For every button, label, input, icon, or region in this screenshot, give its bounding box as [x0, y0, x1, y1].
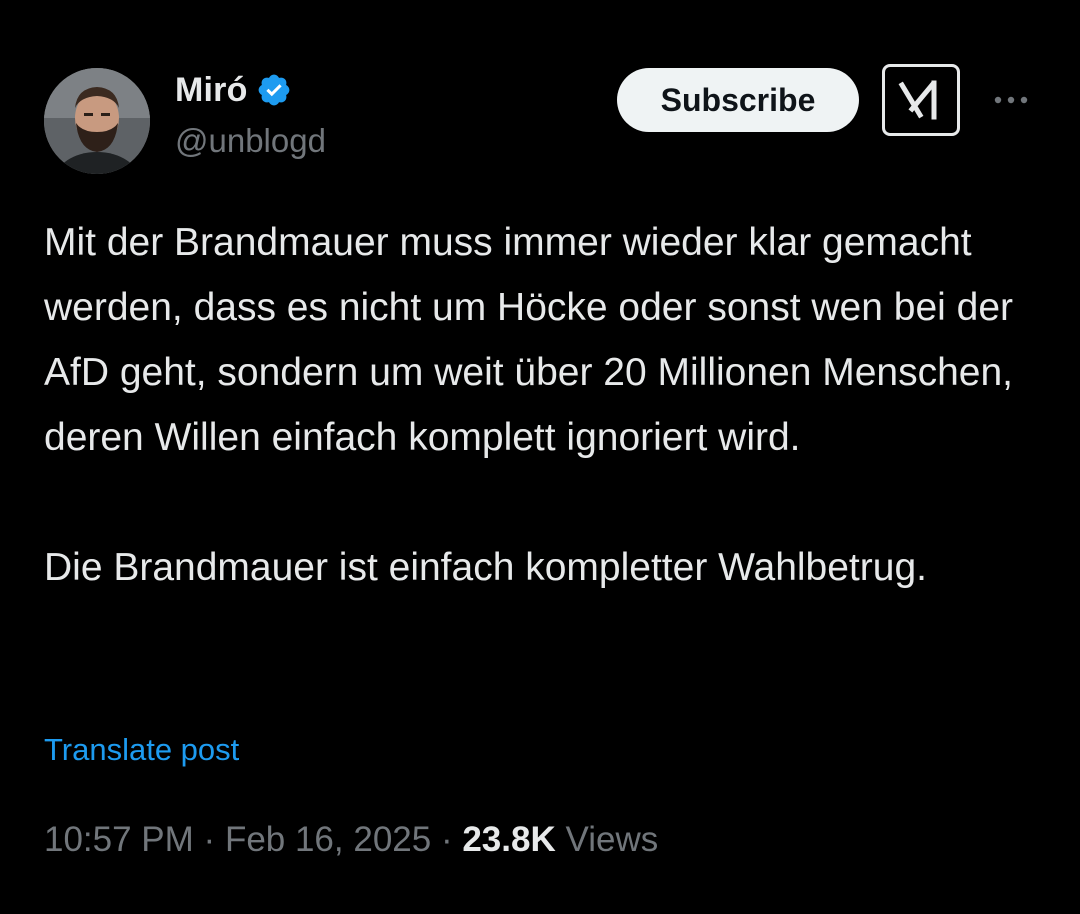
grok-icon: [898, 80, 937, 120]
avatar-image: [44, 68, 150, 174]
meta-separator: ·: [440, 820, 453, 859]
post-time[interactable]: 10:57 PM: [44, 820, 194, 859]
more-options-button[interactable]: [990, 86, 1032, 114]
post-metadata: 10:57 PM · Feb 16, 2025 · 23.8K Views: [44, 820, 658, 860]
post-paragraph: Mit der Brandmauer muss immer wieder kla…: [44, 221, 1014, 459]
post-header: Miró @unblogd Subscribe: [44, 64, 1044, 174]
meta-separator: ·: [203, 820, 216, 859]
subscribe-button[interactable]: Subscribe: [617, 68, 859, 132]
user-handle[interactable]: @unblogd: [175, 122, 326, 160]
more-options-icon: [994, 96, 1028, 104]
verified-check-icon[interactable]: [256, 72, 292, 108]
post-text: Mit der Brandmauer muss immer wieder kla…: [44, 210, 1044, 600]
translate-post-link[interactable]: Translate post: [44, 732, 239, 768]
post-paragraph: Die Brandmauer ist einfach kompletter Wa…: [44, 546, 927, 589]
views-label: Views: [565, 820, 659, 859]
display-name-row: Miró: [175, 70, 326, 110]
views-count[interactable]: 23.8K: [462, 820, 555, 859]
avatar[interactable]: [44, 68, 150, 174]
author-names: Miró @unblogd: [175, 70, 326, 160]
post-date[interactable]: Feb 16, 2025: [225, 820, 431, 859]
grok-button[interactable]: [882, 64, 960, 136]
display-name[interactable]: Miró: [175, 71, 248, 110]
